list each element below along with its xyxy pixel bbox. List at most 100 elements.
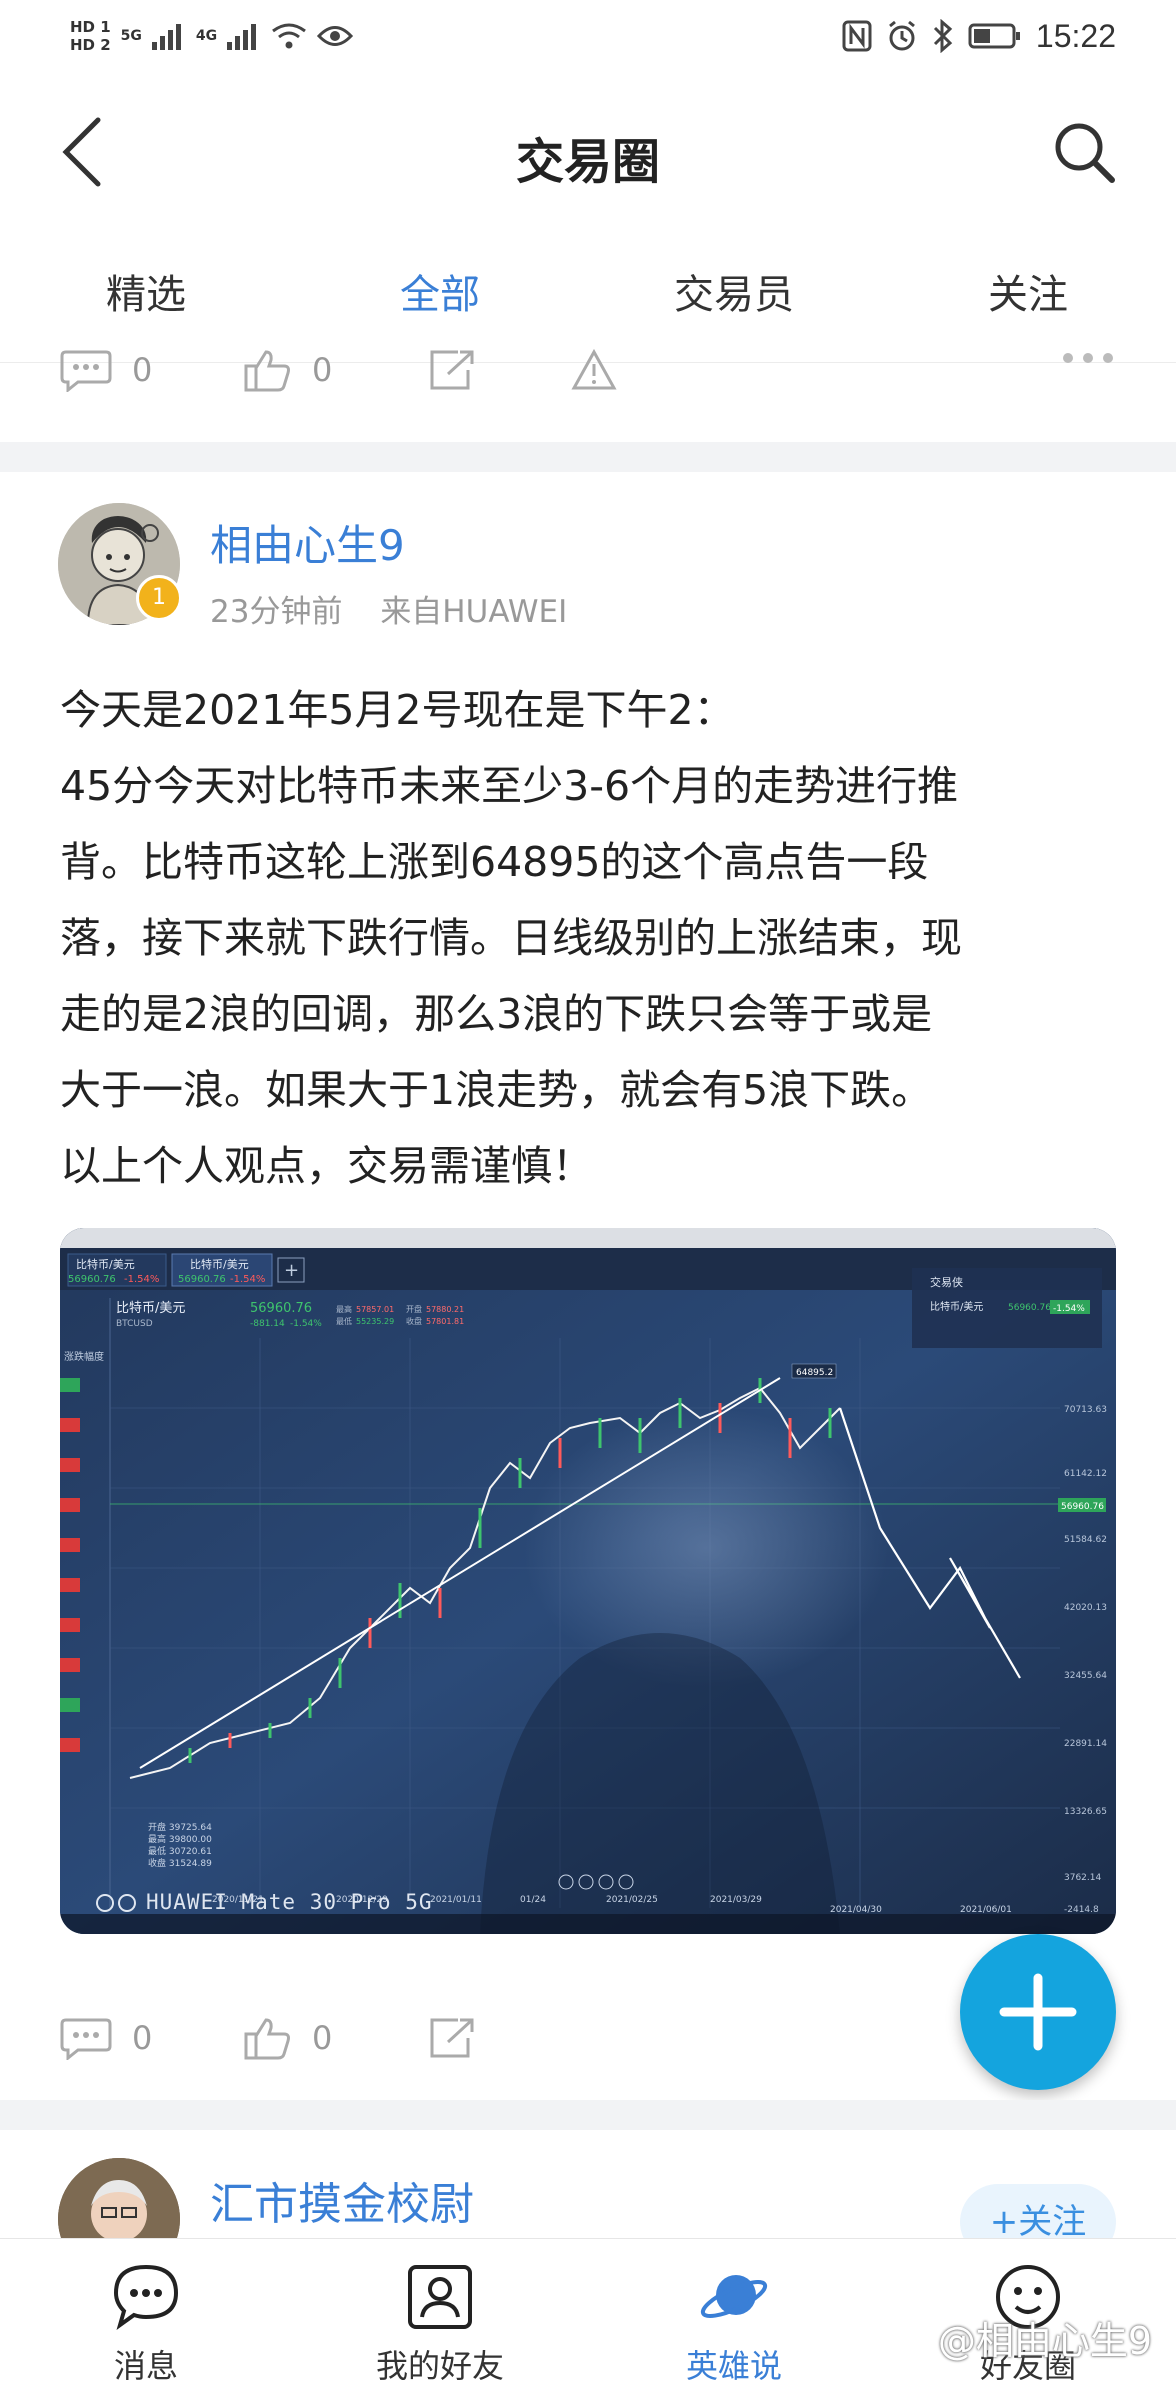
comment-count: 0 [132,2019,153,2057]
status-bar: HD 1 HD 2 5G 4G 15:22 [0,0,1176,72]
signal-icon [151,24,181,50]
post-line: 45分今天对比特币未来至少3-6个月的走势进行推 [60,762,959,810]
nav-label: 消息 [113,2347,178,2385]
share-icon [430,350,474,390]
post-image[interactable]: 比特币/美元 56960.76 -1.54% 比特币/美元 56960.76 -… [60,1228,1116,1934]
contact-card-icon [408,2265,472,2329]
like-count: 0 [312,351,333,389]
brand-watermark: @相由心生9 [937,2319,1152,2363]
tab-featured[interactable]: 精选 [46,262,246,320]
plus-icon [999,1973,1077,2051]
prev-post-actions: 0 0 [0,340,1176,420]
left-label: 涨跌幅度 [64,1350,104,1363]
alarm-icon [888,20,915,51]
open-value: 57880.21 [426,1305,464,1314]
peak-label: 64895.2 [796,1368,833,1378]
post-line: 背。比特币这轮上涨到64895的这个高点告一段 [60,838,929,886]
share-icon [430,2018,474,2058]
comment-button[interactable]: 0 [60,348,152,392]
comment-icon [60,350,112,392]
page-title: 交易圈 [515,134,660,190]
post-source: 来自HUAWEI [380,594,568,630]
ohlc-line: 开盘 39725.64 [148,1821,212,1833]
more-dots-icon [1063,353,1113,363]
create-post-button[interactable] [960,1934,1116,2090]
network-5g: 5G [120,28,142,44]
comment-button[interactable]: 0 [60,2016,152,2060]
hd1-indicator: HD 1 [70,18,111,36]
warning-icon [571,348,617,390]
symbol-code: BTCUSD [116,1319,153,1329]
level-badge: 1 [136,575,182,621]
x-tick: 2021/03/29 [710,1895,762,1905]
svg-text:+: + [284,1260,299,1281]
camera-watermark: HUAWEI Mate 30 Pro 5G [96,1890,433,1914]
low-label: 最低 [336,1316,352,1326]
y-tick: 61142.12 [1064,1469,1107,1479]
chart-photo: 比特币/美元 56960.76 -1.54% 比特币/美元 56960.76 -… [60,1228,1116,1934]
clock: 15:22 [1035,17,1116,54]
share-button[interactable] [428,348,476,392]
price: 56960.76 [250,1301,312,1316]
post-content: 今天是2021年5月2号现在是下午2： 45分今天对比特币未来至少3-6个月的走… [60,672,1120,1204]
camera-model: HUAWEI Mate 30 Pro 5G [146,1890,433,1914]
like-count: 0 [312,2019,333,2057]
post-author[interactable]: 汇市摸金校尉 [210,2168,474,2232]
post-author[interactable]: 相由心生9 [210,512,405,573]
nav-label: 我的好友 [375,2347,504,2385]
search-button[interactable] [1048,116,1120,188]
change-pct: -1.54% [290,1319,322,1329]
post-line: 以上个人观点，交易需谨慎！ [60,1142,593,1190]
chat-bubble-icon [113,2264,179,2330]
planet-icon [700,2275,768,2318]
share-button[interactable] [428,2016,476,2060]
bluetooth-icon [933,19,953,53]
network-4g: 4G [195,28,218,44]
tab-all[interactable]: 全部 [340,262,540,320]
y-tick: 22891.14 [1064,1739,1107,1749]
high-value: 57857.01 [356,1305,394,1314]
right-panel-symbol: 比特币/美元 [930,1300,983,1313]
right-panel-price: 56960.76 [1008,1303,1051,1313]
right-panel-change: -1.54% [1053,1304,1085,1314]
comment-count: 0 [132,351,153,389]
tab-traders[interactable]: 交易员 [634,262,834,320]
change-abs: -881.14 [250,1319,285,1329]
y-tick: -2414.8 [1064,1905,1099,1915]
nav-messages[interactable]: 消息 [46,2259,246,2387]
post-meta: 23分钟前 来自HUAWEI [210,586,595,631]
tab-following[interactable]: 关注 [928,262,1128,320]
like-button[interactable]: 0 [244,348,332,392]
hd2-indicator: HD 2 [70,36,111,54]
tab2-change: -1.54% [230,1274,265,1285]
close-value: 57801.81 [426,1317,464,1326]
nav-friends[interactable]: 我的好友 [340,2259,540,2387]
like-button[interactable]: 0 [244,2016,332,2060]
y-tick: 70713.63 [1064,1405,1107,1415]
more-options-button[interactable] [1060,348,1116,368]
ohlc-line: 收盘 31524.89 [148,1857,212,1869]
report-button[interactable] [570,348,618,392]
post-time: 23分钟前 [210,594,343,630]
right-panel-title: 交易侠 [930,1275,963,1289]
post-line: 大于一浪。如果大于1浪走势，就会有5浪下跌。 [60,1066,933,1114]
y-tick: 32455.64 [1064,1671,1107,1681]
thumbs-up-icon [244,350,290,392]
tab1-name: 比特币/美元 [76,1257,135,1271]
x-tick: 2021/04/30 [830,1905,882,1915]
nfc-icon [842,20,872,52]
tab1-change: -1.54% [124,1274,159,1285]
nav-heroes[interactable]: 英雄说 [634,2259,834,2387]
post-line: 落，接下来就下跌行情。日线级别的上涨结束，现 [60,914,962,962]
low-value: 55235.29 [356,1317,394,1326]
high-label: 最高 [336,1304,352,1314]
y-tick: 3762.14 [1064,1873,1101,1883]
post-divider [0,2100,1176,2130]
eye-icon [317,26,354,46]
thumbs-up-icon [244,2018,290,2060]
post-line: 走的是2浪的回调，那么3浪的下跌只会等于或是 [60,990,933,1038]
tab1-price: 56960.76 [68,1274,116,1285]
post-line: 今天是2021年5月2号现在是下午2： [60,686,735,734]
y-tick: 13326.65 [1064,1807,1107,1817]
open-label: 开盘 [406,1304,422,1314]
